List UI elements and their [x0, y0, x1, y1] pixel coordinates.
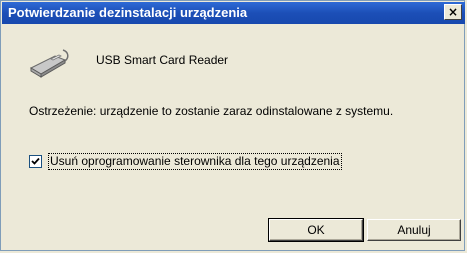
close-icon: ×: [447, 5, 459, 19]
device-name: USB Smart Card Reader: [96, 53, 229, 67]
title-bar[interactable]: Potwierdzanie dezinstalacji urządzenia ×: [2, 2, 465, 24]
uninstall-confirm-dialog: Potwierdzanie dezinstalacji urządzenia ×…: [0, 0, 465, 251]
close-button[interactable]: ×: [444, 4, 462, 20]
card-reader-icon: [25, 44, 73, 80]
cancel-button[interactable]: Anuluj: [367, 219, 461, 241]
warning-text: Ostrzeżenie: urządzenie to zostanie zara…: [29, 104, 394, 118]
remove-driver-label[interactable]: Usuń oprogramowanie sterownika dla tego …: [48, 153, 342, 170]
checkmark-icon: [31, 157, 40, 165]
remove-driver-checkbox[interactable]: [29, 155, 42, 168]
ok-button[interactable]: OK: [268, 218, 364, 242]
dialog-title: Potwierdzanie dezinstalacji urządzenia: [8, 5, 248, 20]
